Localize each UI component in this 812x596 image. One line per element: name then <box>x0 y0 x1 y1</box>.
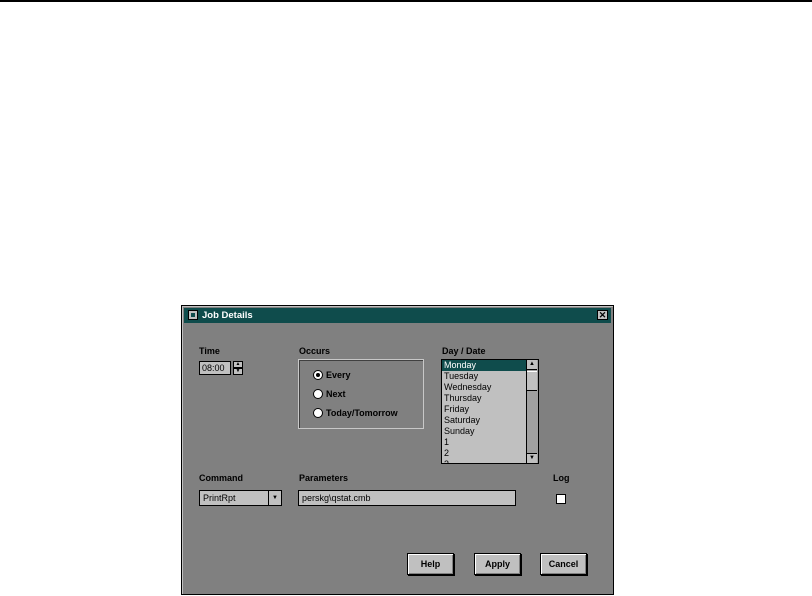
list-item[interactable]: Thursday <box>442 393 528 404</box>
list-item[interactable]: Saturday <box>442 415 528 426</box>
command-value: PrintRpt <box>203 493 236 503</box>
time-spin-buttons: ▲ ▼ <box>233 361 243 375</box>
list-item[interactable]: 1 <box>442 437 528 448</box>
list-item[interactable]: Wednesday <box>442 382 528 393</box>
radio-next-label: Next <box>326 389 346 399</box>
dialog-title: Job Details <box>202 310 253 321</box>
radio-today-tomorrow-label: Today/Tomorrow <box>326 408 398 418</box>
list-items: Monday Tuesday Wednesday Thursday Friday… <box>442 360 528 463</box>
time-field[interactable]: 08:00 <box>199 361 231 375</box>
dropdown-arrow-icon[interactable]: ▼ <box>268 491 281 505</box>
spin-up-button[interactable]: ▲ <box>233 361 243 368</box>
command-select[interactable]: PrintRpt ▼ <box>199 490 282 506</box>
help-button[interactable]: Help <box>407 553 454 575</box>
title-bar[interactable]: Job Details ✕ <box>184 308 611 323</box>
log-checkbox[interactable] <box>556 494 566 504</box>
cancel-button[interactable]: Cancel <box>540 553 587 575</box>
radio-every-indicator[interactable] <box>313 369 323 380</box>
day-date-listbox[interactable]: Monday Tuesday Wednesday Thursday Friday… <box>441 359 539 464</box>
radio-every-label: Every <box>326 370 351 380</box>
list-scrollbar[interactable]: ▲ ▼ <box>526 360 538 463</box>
list-item[interactable]: Tuesday <box>442 371 528 382</box>
time-spinner: 08:00 ▲ ▼ <box>199 361 244 375</box>
parameters-input[interactable]: perskg\qstat.cmb <box>298 490 516 506</box>
spin-down-button[interactable]: ▼ <box>233 368 243 375</box>
command-label: Command <box>199 473 244 483</box>
top-border-line <box>0 0 812 2</box>
window-menu-icon[interactable] <box>188 310 198 320</box>
list-item[interactable]: Sunday <box>442 426 528 437</box>
scroll-thumb[interactable] <box>527 371 537 391</box>
list-item[interactable]: Friday <box>442 404 528 415</box>
radio-today-tomorrow-indicator[interactable] <box>313 407 323 418</box>
occurs-label: Occurs <box>299 346 331 356</box>
parameters-label: Parameters <box>299 473 349 483</box>
scroll-up-arrow-icon[interactable]: ▲ <box>527 360 537 370</box>
list-item[interactable]: 3 <box>442 459 528 463</box>
time-label: Time <box>199 346 220 356</box>
scroll-down-arrow-icon[interactable]: ▼ <box>527 453 537 463</box>
radio-today-tomorrow[interactable]: Today/Tomorrow <box>313 407 398 419</box>
list-item[interactable]: Monday <box>442 360 528 371</box>
list-item[interactable]: 2 <box>442 448 528 459</box>
log-label: Log <box>553 473 570 483</box>
radio-next-indicator[interactable] <box>313 388 323 399</box>
day-date-label: Day / Date <box>442 346 486 356</box>
radio-every[interactable]: Every <box>313 369 351 381</box>
radio-next[interactable]: Next <box>313 388 346 400</box>
close-button[interactable]: ✕ <box>597 310 608 320</box>
job-details-dialog: Job Details ✕ <box>181 305 614 595</box>
apply-button[interactable]: Apply <box>474 553 521 575</box>
